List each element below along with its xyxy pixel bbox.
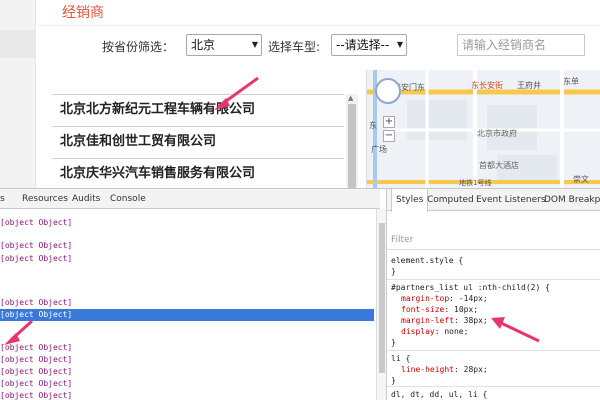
- scrollbar-thumb[interactable]: [348, 104, 356, 188]
- rule-close-brace: }: [391, 267, 396, 276]
- dom-node[interactable]: [object Object]: [0, 342, 72, 354]
- province-select-value: 北京: [191, 38, 216, 52]
- css-property-value: 10px;: [454, 305, 479, 314]
- map-label: 崇文: [573, 175, 589, 184]
- map-label: 北京市政府: [477, 129, 517, 138]
- dom-node[interactable]: [object Object]: [0, 366, 72, 378]
- map-label: 地铁1号线: [459, 179, 492, 187]
- partners-list: 北京北方新纪元工程车辆有限公司 北京佳和创世工贸有限公司 北京庆华兴汽车销售服务…: [52, 94, 344, 188]
- sidebar-tabbar: Styles Computed Event Listeners DOM Brea…: [387, 189, 600, 212]
- dom-node[interactable]: [object Object]: [0, 390, 72, 400]
- tab-computed[interactable]: Computed: [427, 189, 474, 211]
- province-filter-label: 按省份筛选：: [102, 40, 175, 54]
- dom-node[interactable]: [object Object]: [0, 240, 72, 252]
- dom-node-selected[interactable]: [object Object]: [0, 309, 374, 321]
- map-label: 东长安街: [471, 81, 503, 90]
- dropdown-arrow-icon: ▼: [251, 40, 258, 49]
- partner-item[interactable]: 北京佳和创世工贸有限公司: [52, 126, 344, 158]
- tab-audits[interactable]: Audits: [72, 189, 100, 209]
- dom-node[interactable]: [object Object]: [0, 297, 72, 309]
- devtools-tabbar: s Resources Audits Console: [0, 189, 380, 209]
- title-divider: [36, 25, 600, 26]
- map-label: 广场: [371, 145, 387, 154]
- annotation-arrow: [491, 317, 540, 343]
- css-property-name: margin-left: [401, 316, 454, 325]
- divider: [387, 386, 600, 387]
- divider: [387, 279, 600, 280]
- map-label: 王府井: [517, 81, 541, 90]
- css-property-name: font-size: [401, 305, 445, 314]
- page-title: 经销商: [62, 5, 104, 21]
- element-style-rule[interactable]: element.style {: [391, 255, 463, 266]
- dealer-search-input[interactable]: 请输入经销商名: [457, 34, 585, 56]
- devtools-panel: s Resources Audits Console [object Objec…: [0, 188, 600, 400]
- tab-console[interactable]: Console: [110, 189, 146, 209]
- rule-selector[interactable]: #partners_list ul :nth-child(2) {: [391, 282, 550, 293]
- elements-scrollbar[interactable]: [376, 209, 386, 400]
- styles-sidebar: Styles Computed Event Listeners DOM Brea…: [386, 189, 600, 400]
- scroll-up-icon[interactable]: ▲: [348, 94, 353, 102]
- css-declaration[interactable]: line-height: 28px;: [401, 364, 488, 375]
- map-label: 东: [369, 121, 377, 130]
- rule-selector[interactable]: li {: [391, 353, 410, 364]
- css-property-value: -14px;: [458, 294, 488, 303]
- partner-item[interactable]: 北京庆华兴汽车销售服务有限公司: [52, 158, 344, 188]
- dom-node[interactable]: [object Object]: [0, 354, 72, 366]
- css-property-value: 28px;: [463, 365, 488, 374]
- tab-elements[interactable]: s: [0, 189, 5, 209]
- rule-close-brace: }: [391, 338, 396, 347]
- car-type-select[interactable]: --请选择-- ▼: [331, 34, 407, 56]
- css-declaration[interactable]: margin-left: 38px;: [401, 315, 488, 326]
- dom-node[interactable]: [object Object]: [0, 378, 72, 390]
- css-property-name: margin-top: [401, 294, 450, 303]
- map-view[interactable]: 天安门东 东长安街 王府井 东单 北京市政府 首都大酒店 地铁1号线 广场 崇文…: [366, 70, 600, 188]
- map-pan-control[interactable]: [375, 78, 401, 104]
- zoom-in-button[interactable]: +: [383, 116, 395, 128]
- map-label: 首都大酒店: [479, 161, 519, 170]
- zoom-out-button[interactable]: −: [383, 130, 395, 142]
- tab-dom-breakpoints[interactable]: DOM Breakpo: [544, 189, 600, 211]
- dom-node[interactable]: [object Object]: [0, 253, 72, 265]
- css-property-value: 38px;: [463, 316, 488, 325]
- rule-selector[interactable]: dl, dt, dd, ul, li {: [391, 389, 487, 400]
- elements-tree: [object Object] [object Object] [object …: [0, 209, 376, 400]
- province-select[interactable]: 北京 ▼: [186, 34, 262, 56]
- css-property-name: display: [401, 327, 435, 336]
- css-declaration[interactable]: font-size: 10px;: [401, 304, 478, 315]
- partner-item[interactable]: 北京北方新纪元工程车辆有限公司: [52, 94, 344, 126]
- car-filter-label: 选择车型:: [268, 40, 321, 54]
- car-select-value: --请选择--: [336, 38, 390, 52]
- partners-scrollbar[interactable]: ▲: [346, 94, 358, 188]
- css-property-value: none;: [444, 327, 469, 336]
- divider: [387, 249, 600, 250]
- divider: [387, 350, 600, 351]
- left-gray-row: [0, 30, 36, 58]
- map-label: 东单: [563, 77, 579, 86]
- styles-filter-input[interactable]: Filter: [391, 235, 413, 245]
- scrollbar-thumb[interactable]: [379, 223, 385, 373]
- css-property-name: line-height: [401, 365, 454, 374]
- rule-close-brace: }: [391, 376, 396, 385]
- dom-node[interactable]: [object Object]: [0, 217, 72, 229]
- web-page: 经销商 按省份筛选： 北京 ▼ 选择车型: --请选择-- ▼ 请输入经销商名 …: [0, 0, 600, 188]
- dropdown-arrow-icon: ▼: [396, 40, 403, 49]
- tab-resources[interactable]: Resources: [22, 189, 68, 209]
- tab-event-listeners[interactable]: Event Listeners: [476, 189, 546, 211]
- left-gray-strip: [0, 0, 36, 188]
- css-declaration[interactable]: display: none;: [401, 326, 468, 337]
- tab-styles[interactable]: Styles: [391, 189, 429, 212]
- css-declaration[interactable]: margin-top: -14px;: [401, 293, 488, 304]
